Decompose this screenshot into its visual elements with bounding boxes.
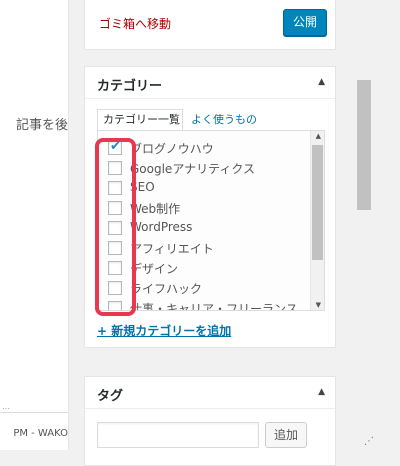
right-margin: [372, 0, 400, 450]
tag-panel-title: タグ: [97, 389, 124, 404]
editor-divider: [0, 412, 68, 413]
category-label: ライフハック: [130, 282, 203, 296]
category-label: ブログノウハウ: [130, 142, 214, 156]
tag-input[interactable]: [97, 422, 259, 448]
category-label: 仕事・キャリア・フリーランス: [130, 302, 298, 311]
category-panel: カテゴリー ▲ カテゴリー一覧 よく使うもの ✔ ブログノウハウ Googleアナリ…: [84, 66, 336, 348]
checklist-scroll-thumb[interactable]: [312, 145, 323, 260]
publish-button[interactable]: 公開: [283, 9, 327, 36]
category-checkbox[interactable]: [108, 301, 122, 310]
publish-panel: ゴミ箱へ移動 公開: [84, 0, 336, 50]
category-label: SEO: [130, 180, 155, 194]
category-label: WordPress: [130, 220, 193, 234]
category-checkbox[interactable]: [108, 201, 122, 215]
category-checkbox[interactable]: [108, 261, 122, 275]
category-label: アフィリエイト: [130, 242, 214, 256]
add-new-category-link[interactable]: + 新規カテゴリーを追加: [97, 322, 231, 339]
add-tag-button[interactable]: 追加: [265, 422, 307, 448]
category-panel-header[interactable]: カテゴリー ▲: [85, 67, 335, 99]
category-label: デザイン: [130, 262, 179, 276]
checklist-scrollbar[interactable]: ▲ ▼: [310, 131, 324, 310]
editor-text-fragment: 記事を後: [15, 118, 68, 133]
category-checkbox[interactable]: ✔: [108, 139, 122, 155]
category-checkbox[interactable]: [108, 161, 122, 175]
page-scrollbar[interactable]: [356, 0, 372, 450]
tag-panel-header[interactable]: タグ ▲: [85, 377, 335, 409]
collapse-arrow-icon[interactable]: ▲: [318, 387, 325, 397]
tag-panel: タグ ▲ 追加: [84, 376, 336, 466]
page-scroll-thumb[interactable]: [357, 80, 371, 210]
scroll-up-arrow-icon[interactable]: ▲: [316, 132, 321, 140]
move-to-trash-link[interactable]: ゴミ箱へ移動: [99, 15, 171, 32]
editor-footer-text: PM - WAKO: [13, 428, 68, 439]
category-checkbox[interactable]: [108, 281, 122, 295]
category-label: Googleアナリティクス: [130, 162, 255, 176]
category-checkbox[interactable]: [108, 221, 122, 235]
checkmark-icon: ✔: [110, 139, 121, 154]
category-panel-title: カテゴリー: [97, 79, 163, 94]
tab-most-used[interactable]: よく使うもの: [191, 109, 257, 131]
scroll-down-arrow-icon[interactable]: ▼: [316, 301, 321, 309]
editor-pane: 記事を後 ⋯ PM - WAKO: [0, 0, 69, 450]
tab-all-categories[interactable]: カテゴリー一覧: [97, 109, 183, 131]
category-checkbox[interactable]: [108, 181, 122, 195]
collapse-arrow-icon[interactable]: ▲: [318, 77, 325, 87]
category-checklist: ✔ ブログノウハウ Googleアナリティクス SEO Web制作 WordPress アフ…: [97, 130, 325, 311]
resize-corner-icon[interactable]: ⋰: [364, 436, 374, 447]
category-label: Web制作: [130, 202, 181, 216]
category-checkbox[interactable]: [108, 241, 122, 255]
